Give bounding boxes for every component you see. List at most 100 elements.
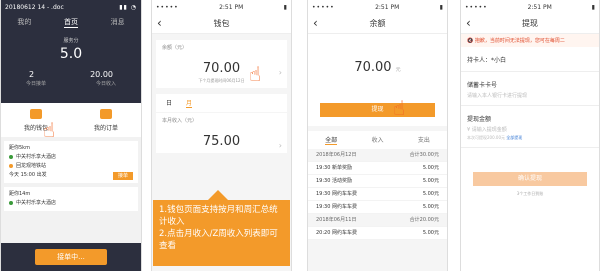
tab-expense[interactable]: 支出 bbox=[418, 135, 430, 145]
back-arrow-icon[interactable]: ‹ bbox=[157, 16, 162, 30]
home-screen: 20180612 14 - .doc ▮▮ ◔ 我的 首页 消息 服务分 5.0 … bbox=[0, 0, 142, 271]
list-item[interactable]: 20:20 网约车车费 5.00元 bbox=[308, 227, 447, 240]
list-item[interactable]: 19:30 活动奖励 5.00元 bbox=[308, 175, 447, 188]
tab-month[interactable]: 月 bbox=[186, 98, 193, 108]
accept-order-button[interactable]: 接单 bbox=[112, 172, 133, 180]
home-header: 20180612 14 - .doc ▮▮ ◔ 我的 首页 消息 服务分 5.0 … bbox=[1, 0, 141, 103]
arrival-tip: 3个工作日到账 bbox=[516, 191, 544, 196]
balance-label: 余额（元） bbox=[162, 45, 188, 51]
orders-icon bbox=[99, 108, 112, 119]
date-header: 2018年06月12日 合计30.00元 bbox=[308, 149, 447, 162]
status-bar: ••••• 2:51 PM ▮ bbox=[308, 0, 447, 14]
amount-placeholder: 请输入提现金额 bbox=[471, 127, 507, 133]
row-amount: 5.00元 bbox=[422, 230, 439, 236]
row-date: 2018年06月11日 bbox=[316, 217, 357, 223]
balance-card[interactable]: 余额（元） 70.00 下个月提现时间06月12日 › bbox=[156, 40, 287, 88]
start-dot bbox=[9, 200, 13, 205]
period-tabs: 日 月 bbox=[156, 94, 287, 112]
annotation-line-1: 1.钱包页面支持按月和周汇总统计收入 bbox=[159, 205, 278, 227]
row-amount: 5.00元 bbox=[422, 178, 439, 184]
row-total: 合计20.00元 bbox=[409, 217, 439, 223]
status-bar: 20180612 14 - .doc ▮▮ ◔ bbox=[1, 0, 141, 14]
withdraw-all-link[interactable]: 全部提现 bbox=[506, 135, 522, 140]
status-time: 2:51 PM bbox=[219, 3, 244, 11]
tab-all[interactable]: 全部 bbox=[325, 135, 338, 145]
card-input[interactable]: 请输入本人银行卡进行提现 bbox=[461, 92, 599, 106]
amount-value: 70.00 bbox=[354, 60, 392, 75]
row-desc: 19:30 活动奖励 bbox=[316, 178, 352, 184]
status-bar: ••••• 2:51 PM ▮ bbox=[461, 0, 599, 14]
row-amount: 5.00元 bbox=[422, 204, 439, 210]
orders-count: 2 bbox=[29, 70, 35, 79]
list-item[interactable]: 19:30 新单奖励 5.00元 bbox=[308, 162, 447, 175]
income-value: 75.00 bbox=[202, 134, 241, 149]
status-bar: ••••• 2:51 PM ▮ bbox=[152, 0, 291, 14]
balance-value: 70.00 bbox=[202, 61, 241, 76]
nav-bar: ‹ 余额 bbox=[308, 14, 447, 34]
holder-label: 持卡人： bbox=[467, 57, 492, 64]
chevron-right-icon: › bbox=[278, 68, 282, 77]
chevron-right-icon: › bbox=[278, 141, 282, 150]
balance-note: 下个月提现时间06月12日 bbox=[198, 78, 245, 83]
score-value: 5.0 bbox=[59, 46, 83, 62]
warning-banner: 🔇 抱歉，当前时间无法提现，您可在每周二 bbox=[461, 34, 599, 47]
orders-label: 我的订单 bbox=[93, 124, 118, 132]
nav-bar: ‹ 提现 bbox=[461, 14, 599, 34]
row-desc: 20:20 网约车车费 bbox=[316, 230, 357, 236]
amount-box: 70.00 元 提现 bbox=[308, 34, 447, 126]
holder-row: 持卡人：*小白 bbox=[461, 47, 599, 67]
hand-pointer-icon: ☝ bbox=[43, 118, 56, 142]
tab-messages[interactable]: 消息 bbox=[111, 17, 125, 28]
tab-mine[interactable]: 我的 bbox=[17, 17, 31, 28]
page-title: 余额 bbox=[369, 19, 386, 28]
order-distance: 距你14m bbox=[9, 191, 31, 197]
warning-text: 抱歉，当前时间无法提现，您可在每周二 bbox=[474, 38, 565, 44]
card-label: 储蓄卡卡号 bbox=[467, 82, 498, 89]
list-item[interactable]: 19:30 网约车车费 5.00元 bbox=[308, 188, 447, 201]
date-header: 2018年06月11日 合计20.00元 bbox=[308, 214, 447, 227]
back-arrow-icon[interactable]: ‹ bbox=[313, 16, 318, 30]
orders-button[interactable]: 我的订单 bbox=[93, 108, 118, 132]
row-desc: 19:30 新单奖励 bbox=[316, 165, 352, 171]
row-desc: 19:30 网约车车费 bbox=[316, 204, 357, 210]
hand-pointer-icon: ☝ bbox=[249, 62, 262, 86]
order-card[interactable]: 距你5km 中关村乐享大酒店 回龙观地铁站 今天 15:00 出发 接单 bbox=[4, 141, 138, 183]
income-amount-label: 今日收入 bbox=[95, 81, 116, 87]
nav-bar: ‹ 钱包 bbox=[152, 14, 291, 34]
home-tabs: 我的 首页 消息 bbox=[1, 14, 141, 31]
balance-screen: ••••• 2:51 PM ▮ ‹ 余额 70.00 元 提现 全部 收入 支出 20… bbox=[307, 0, 448, 271]
status-text: 20180612 14 - .doc bbox=[5, 3, 64, 11]
withdraw-button[interactable]: 提现 bbox=[320, 103, 435, 117]
income-label: 本月收入（元） bbox=[162, 118, 198, 124]
withdraw-screen: ••••• 2:51 PM ▮ ‹ 提现 🔇 抱歉，当前时间无法提现，您可在每周二 持… bbox=[460, 0, 600, 271]
list-item[interactable]: 19:30 网约车车费 5.00元 bbox=[308, 201, 447, 214]
confirm-withdraw-button[interactable]: 确认提现 bbox=[473, 172, 587, 186]
row-desc: 19:30 网约车车费 bbox=[316, 191, 357, 197]
wallet-icon bbox=[29, 108, 42, 119]
annotation-box: 1.钱包页面支持按月和周汇总统计收入 2.点击月收入/Z周收入列表即可查看 bbox=[153, 190, 290, 266]
order-distance: 距你5km bbox=[9, 145, 30, 151]
quick-actions: 我的钱包 我的订单 bbox=[1, 103, 141, 137]
income-card[interactable]: 本月收入（元） 75.00 › bbox=[156, 113, 287, 153]
amount-unit: 元 bbox=[395, 67, 401, 73]
page-title: 钱包 bbox=[213, 19, 230, 28]
score-label: 服务分 bbox=[63, 38, 79, 44]
income-amount: 20.00 bbox=[90, 70, 113, 79]
back-arrow-icon[interactable]: ‹ bbox=[466, 16, 471, 30]
hand-pointer-icon: ☝ bbox=[393, 96, 406, 120]
tab-day[interactable]: 日 bbox=[166, 98, 172, 108]
page-title: 提现 bbox=[522, 19, 538, 28]
order-from: 中关村乐享大酒店 bbox=[16, 154, 57, 160]
accepting-button[interactable]: 接单中... bbox=[35, 249, 107, 265]
tab-home[interactable]: 首页 bbox=[63, 17, 78, 28]
order-to: 回龙观地铁站 bbox=[16, 163, 47, 169]
order-card[interactable]: 距你14m 中关村乐享大酒店 bbox=[4, 187, 138, 211]
order-time: 今天 15:00 出发 bbox=[9, 172, 47, 178]
row-date: 2018年06月12日 bbox=[316, 152, 357, 158]
annotation-line-2: 2.点击月收入/Z周收入列表即可查看 bbox=[159, 229, 278, 251]
bottom-bar: 接单中... bbox=[1, 243, 141, 271]
row-amount: 5.00元 bbox=[422, 165, 439, 171]
tab-income[interactable]: 收入 bbox=[371, 135, 383, 145]
amount-input[interactable]: ¥ 请输入提现金额 bbox=[461, 126, 599, 135]
available-text: 本次可提现200.00元 bbox=[467, 135, 505, 140]
